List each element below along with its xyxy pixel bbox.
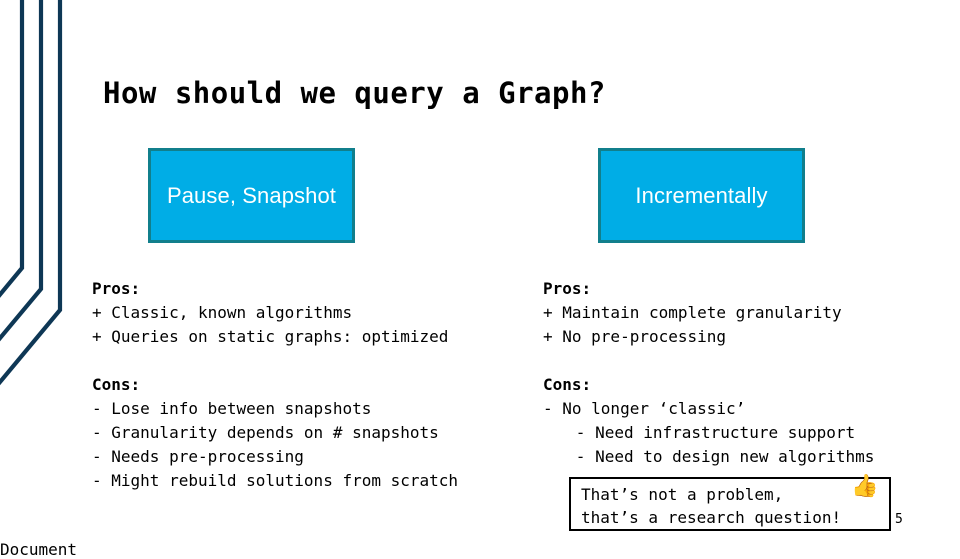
deco-line-2	[0, 0, 44, 342]
column-pause-snapshot: Pros: + Classic, known algorithms + Quer…	[92, 277, 458, 493]
option-box-label: Incrementally	[635, 182, 768, 208]
cons-item: - No longer ‘classic’	[543, 399, 746, 418]
cons-label: Cons:	[92, 375, 141, 394]
slide-title: How should we query a Graph?	[103, 76, 606, 110]
cons-item: - Lose info between snapshots	[92, 399, 372, 418]
cons-label: Cons:	[543, 375, 592, 394]
pros-item: + Maintain complete granularity	[543, 303, 842, 322]
thumbs-up-icon: 👍	[851, 474, 879, 499]
cons-item: - Needs pre-processing	[92, 447, 304, 466]
deco-line-1	[0, 0, 25, 298]
option-box-label: Pause, Snapshot	[166, 182, 337, 208]
cons-subitem: - Need to design new algorithms	[575, 447, 875, 466]
deco-line-3	[0, 0, 63, 386]
cons-subitem: - Need infrastructure support	[575, 423, 856, 442]
callout-box: That’s not a problem, that’s a research …	[569, 477, 891, 531]
slide-canvas: How should we query a Graph? Pause, Snap…	[0, 0, 960, 540]
callout-line-2: that’s a research question!	[581, 508, 842, 527]
callout-line-1: That’s not a problem,	[581, 485, 784, 504]
pros-item: + Classic, known algorithms	[92, 303, 353, 322]
column-incrementally: Pros: + Maintain complete granularity + …	[543, 277, 874, 469]
pros-item: + Queries on static graphs: optimized	[92, 327, 449, 346]
pros-label: Pros:	[92, 279, 141, 298]
option-box-incrementally[interactable]: Incrementally	[598, 148, 805, 243]
pros-item: + No pre-processing	[543, 327, 727, 346]
pros-label: Pros:	[543, 279, 592, 298]
cons-item: - Might rebuild solutions from scratch	[92, 471, 459, 490]
page-number: 5	[895, 512, 903, 527]
option-box-pause-snapshot[interactable]: Pause, Snapshot	[148, 148, 355, 243]
cons-item: - Granularity depends on # snapshots	[92, 423, 439, 442]
